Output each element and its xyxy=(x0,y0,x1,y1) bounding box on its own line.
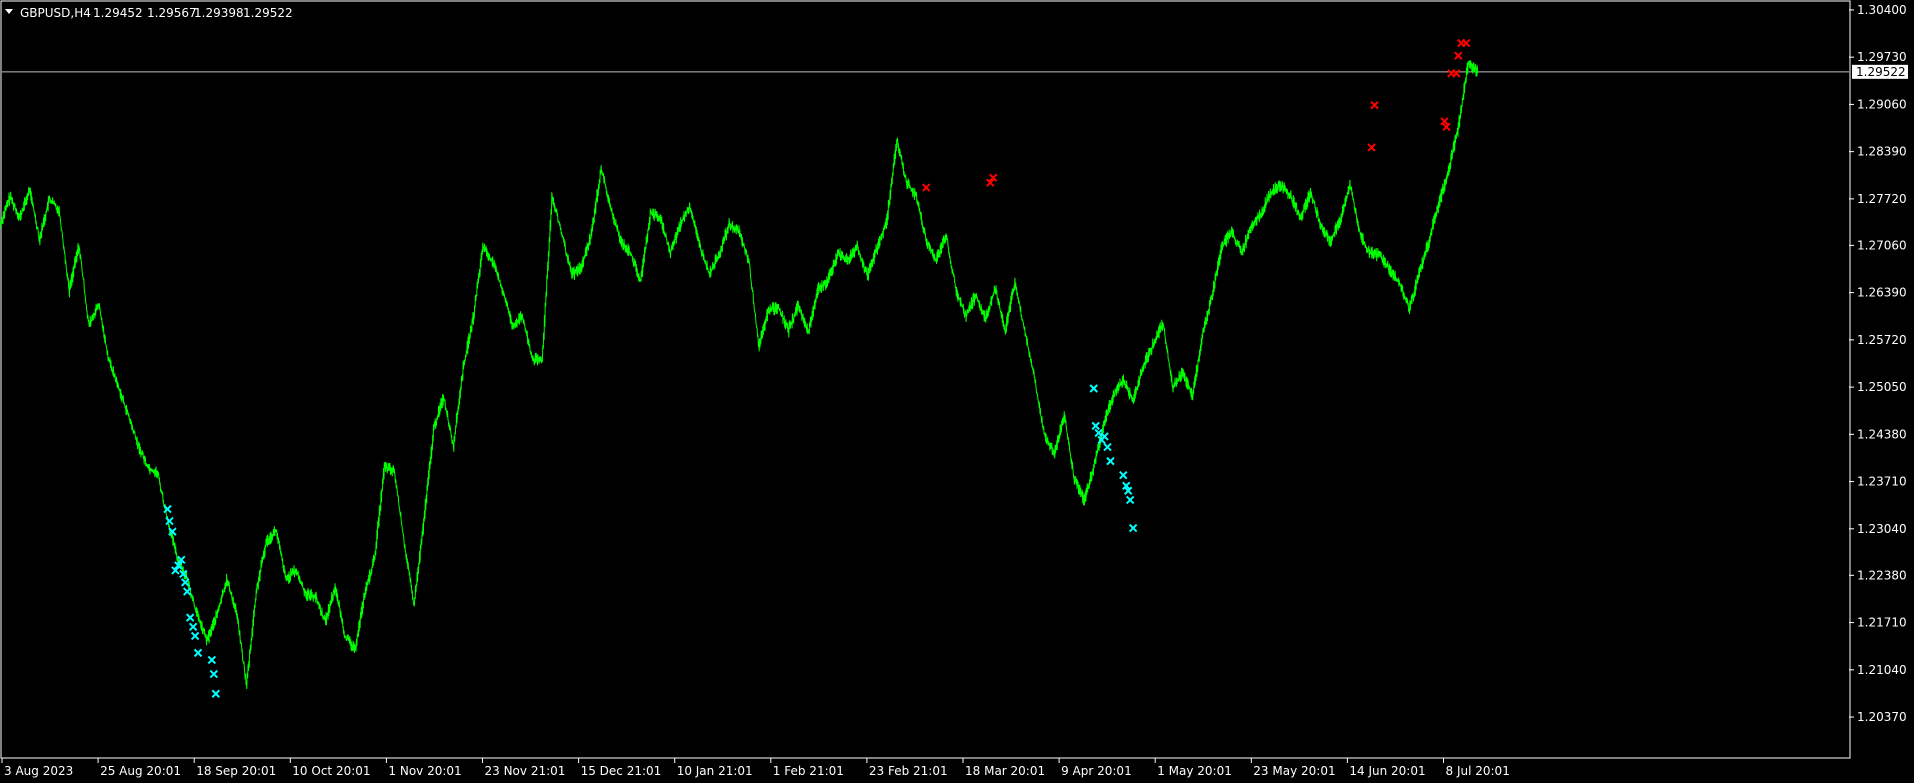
x-tick-label: 23 May 20:01 xyxy=(1253,764,1335,778)
y-tick-label: 1.23040 xyxy=(1857,522,1907,536)
y-tick-label: 1.30400 xyxy=(1857,3,1907,17)
buy-signal-marker xyxy=(190,631,200,641)
buy-signal-marker xyxy=(188,622,198,632)
sell-signal-marker xyxy=(1367,143,1376,152)
price-series-group xyxy=(0,60,1479,690)
ohlc-high: 1.29567 xyxy=(147,6,197,20)
y-tick-label: 1.22380 xyxy=(1857,568,1907,582)
x-tick-label: 14 Jun 20:01 xyxy=(1349,764,1425,778)
bid-price-label: 1.29522 xyxy=(1852,64,1908,79)
x-tick-label: 23 Feb 21:01 xyxy=(869,764,948,778)
x-tick-label: 8 Jul 20:01 xyxy=(1446,764,1510,778)
y-tick-label: 1.27720 xyxy=(1857,192,1907,206)
price-line xyxy=(0,60,1479,690)
y-tick-label: 1.23710 xyxy=(1857,475,1907,489)
buy-signal-marker xyxy=(165,516,174,526)
ohlc-low: 1.29398 xyxy=(194,6,244,20)
time-axis[interactable]: 3 Aug 2023 25 Aug 20:01 18 Sep 20:01 10 Oct… xyxy=(1,758,1510,778)
buy-signal-marker xyxy=(193,648,203,658)
triangle-down-icon[interactable] xyxy=(5,9,13,14)
price-axis[interactable]: 1.30400 1.29730 1.29060 1.28390 1.27720 1.270… xyxy=(1849,3,1907,724)
y-tick-label: 1.24380 xyxy=(1857,427,1907,441)
y-tick-label: 1.27060 xyxy=(1857,238,1907,252)
x-tick-label: 18 Mar 20:01 xyxy=(965,764,1045,778)
sell-signal-marker xyxy=(1461,38,1471,48)
x-tick-label: 10 Oct 20:01 xyxy=(292,764,370,778)
x-tick-label: 3 Aug 2023 xyxy=(4,764,73,778)
y-tick-label: 1.26390 xyxy=(1857,286,1907,300)
buy-signal-marker xyxy=(183,587,192,596)
price-chart[interactable]: 1.30400 1.29730 1.29060 1.28390 1.27720 1.270… xyxy=(0,0,1914,783)
buy-signal-marker xyxy=(1106,456,1115,466)
x-tick-label: 9 Apr 20:01 xyxy=(1061,764,1132,778)
y-tick-label: 1.25050 xyxy=(1857,380,1907,394)
sell-signal-marker xyxy=(922,183,931,192)
buy-signal-marker xyxy=(185,613,195,622)
x-tick-label: 25 Aug 20:01 xyxy=(100,764,181,778)
x-tick-label: 23 Nov 21:01 xyxy=(485,764,566,778)
buy-signal-marker xyxy=(1089,384,1098,393)
buy-signal-marker xyxy=(1103,442,1112,452)
x-tick-label: 1 Feb 21:01 xyxy=(773,764,844,778)
chart-header: GBPUSD,H4 1.29452 1.29567 1.29398 1.2952… xyxy=(5,6,293,20)
signal-markers-group xyxy=(163,38,1471,698)
sell-signal-marker xyxy=(1454,51,1463,60)
buy-signal-marker xyxy=(1119,471,1128,480)
ohlc-open: 1.29452 xyxy=(93,6,143,20)
y-tick-label: 1.20370 xyxy=(1857,710,1907,724)
plot-area-border xyxy=(0,0,1851,759)
y-tick-label: 1.29730 xyxy=(1857,50,1907,64)
x-tick-label: 18 Sep 20:01 xyxy=(196,764,276,778)
y-tick-label: 1.29060 xyxy=(1857,97,1907,111)
buy-signal-marker xyxy=(181,578,190,587)
y-tick-label: 1.21710 xyxy=(1857,616,1907,630)
x-tick-label: 10 Jan 21:01 xyxy=(677,764,753,778)
buy-signal-marker xyxy=(209,669,219,679)
ohlc-close: 1.29522 xyxy=(243,6,293,20)
y-tick-label: 1.21040 xyxy=(1857,663,1907,677)
sell-signal-marker xyxy=(1370,100,1379,110)
buy-signal-marker xyxy=(207,655,217,665)
y-tick-label: 1.25720 xyxy=(1857,333,1907,347)
buy-signal-marker xyxy=(1125,495,1135,505)
y-tick-label: 1.28390 xyxy=(1857,145,1907,159)
sell-signal-marker xyxy=(1452,69,1461,78)
x-tick-label: 1 May 20:01 xyxy=(1157,764,1232,778)
x-tick-label: 15 Dec 21:01 xyxy=(581,764,662,778)
bid-price-label-text: 1.29522 xyxy=(1856,65,1906,79)
buy-signal-marker xyxy=(1091,421,1100,431)
x-tick-label: 1 Nov 20:01 xyxy=(388,764,461,778)
buy-signal-marker xyxy=(211,689,220,698)
buy-signal-marker xyxy=(1128,523,1138,533)
symbol-timeframe: GBPUSD,H4 xyxy=(20,6,91,20)
chart-window[interactable]: 1.30400 1.29730 1.29060 1.28390 1.27720 1.270… xyxy=(0,0,1914,783)
